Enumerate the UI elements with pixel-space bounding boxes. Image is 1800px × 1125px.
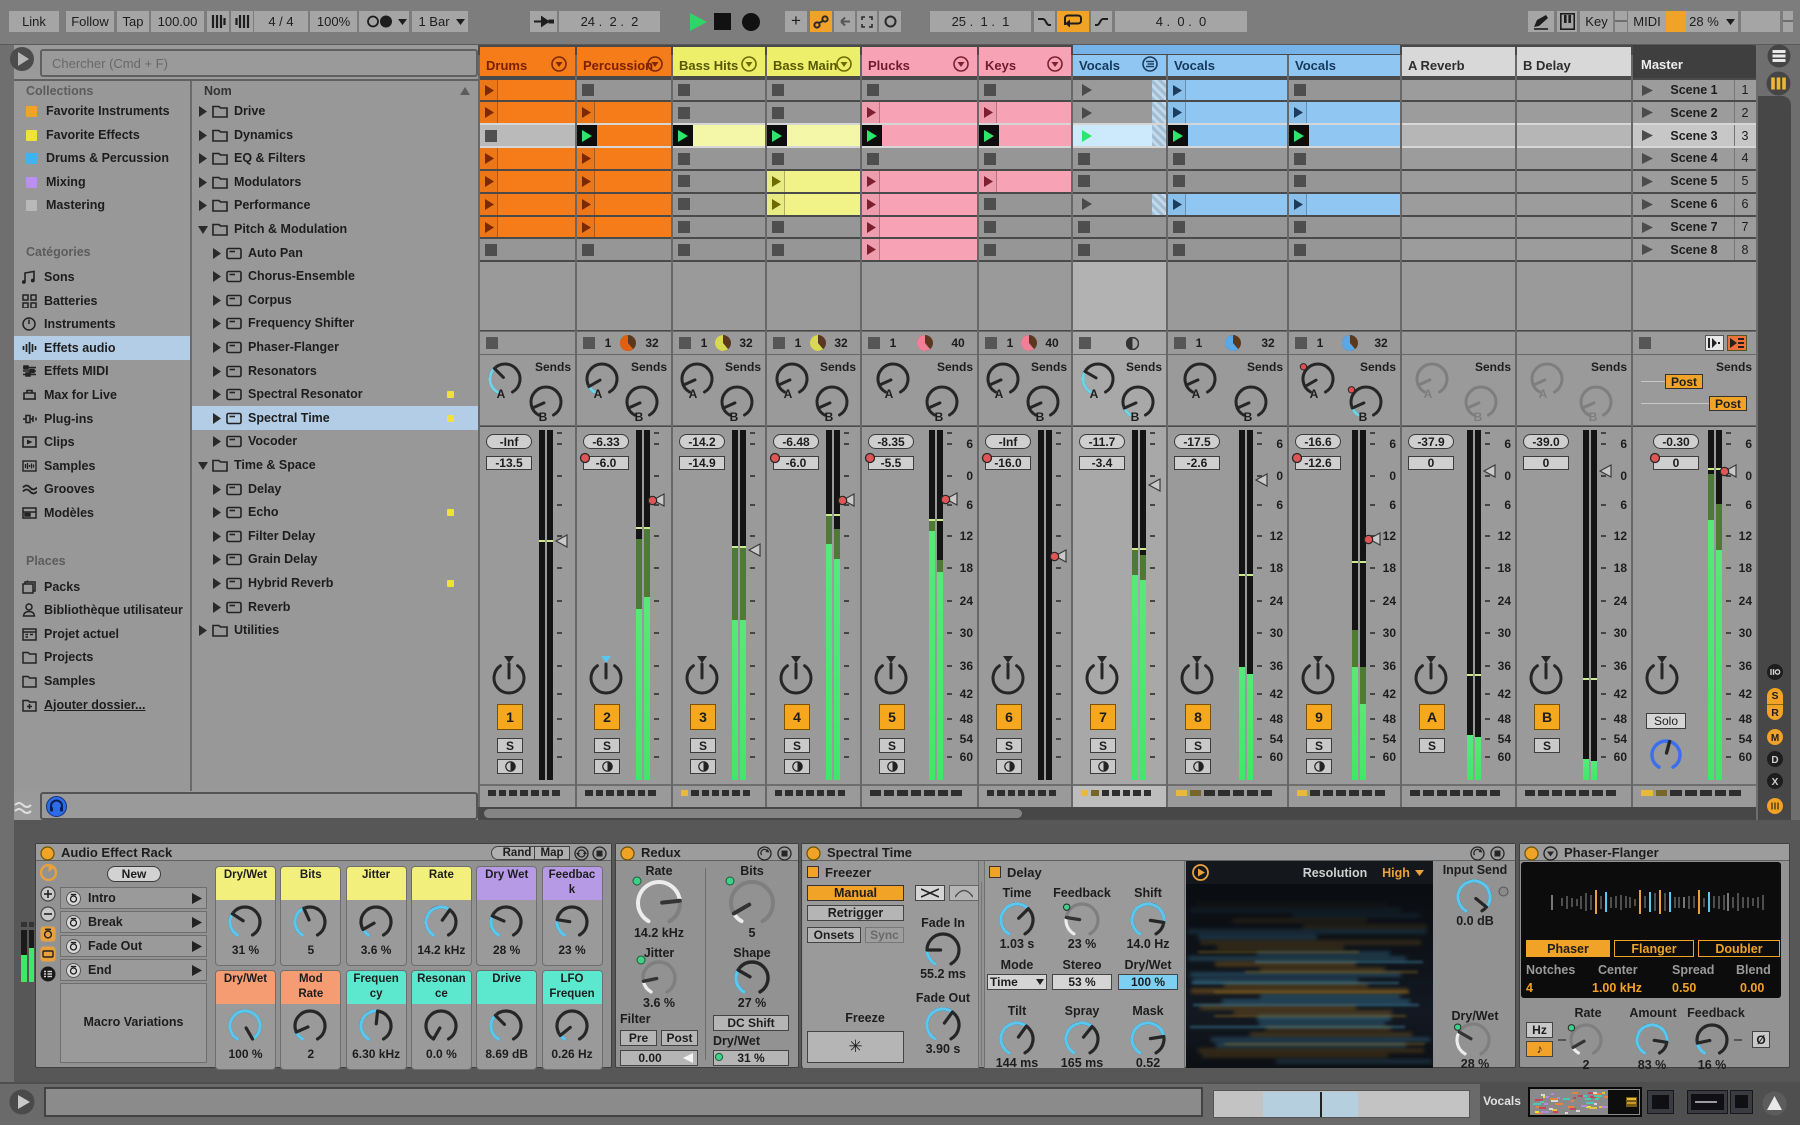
svg-text:M: M: [1771, 733, 1779, 744]
svg-text:X: X: [1772, 777, 1779, 788]
svg-text:D: D: [1771, 755, 1778, 766]
